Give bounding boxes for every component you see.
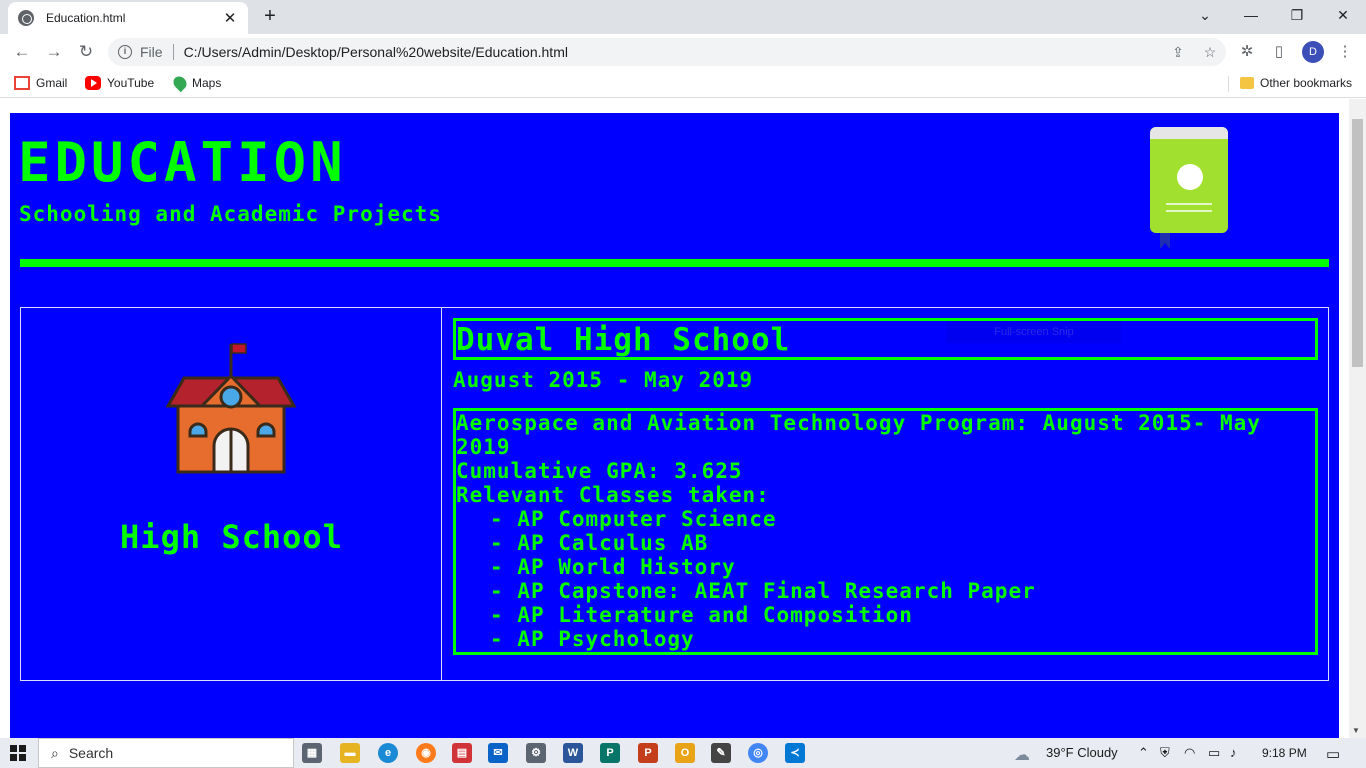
school-name-box: Duval High School: [453, 318, 1318, 360]
paint-icon[interactable]: ✎: [711, 743, 731, 763]
chevron-up-icon[interactable]: ⌃: [1138, 745, 1149, 761]
page-title: EDUCATION: [18, 131, 347, 194]
other-bookmarks-label: Other bookmarks: [1260, 76, 1353, 90]
bookmark-gmail[interactable]: Gmail: [14, 76, 67, 90]
education-page: EDUCATION Schooling and Academic Project…: [10, 113, 1339, 738]
mail-icon[interactable]: ✉: [488, 743, 508, 763]
page-subtitle: Schooling and Academic Projects: [19, 202, 442, 226]
scroll-down-arrow-icon[interactable]: ▼: [1352, 726, 1360, 735]
tab-title: Education.html: [46, 11, 126, 25]
weather-text[interactable]: 39°F Cloudy: [1046, 745, 1118, 760]
restore-button[interactable]: ❐: [1274, 0, 1320, 32]
file-explorer-icon[interactable]: ▬: [340, 743, 360, 763]
menu-kebab-icon[interactable]: ⋮: [1334, 41, 1356, 63]
clock-time[interactable]: 9:18 PM: [1262, 746, 1307, 760]
book-icon: [1150, 127, 1228, 249]
list-item: AP Calculus AB: [490, 531, 1315, 555]
profile-avatar[interactable]: D: [1302, 41, 1324, 63]
minimize-button[interactable]: —: [1228, 0, 1274, 32]
list-item: AP Capstone: AEAT Final Research Paper: [490, 579, 1315, 603]
search-icon: ⌕: [51, 744, 59, 761]
omnibox-separator: [172, 44, 174, 60]
task-view-icon[interactable]: ▦: [302, 743, 322, 763]
bookmarks-divider: [1228, 76, 1229, 92]
bookmark-label: Gmail: [36, 76, 68, 90]
bookmark-star-icon[interactable]: ☆: [1194, 44, 1226, 61]
school-name: Duval High School: [456, 322, 791, 358]
share-icon[interactable]: ⇪: [1162, 44, 1194, 61]
course-list: AP Computer Science AP Calculus AB AP Wo…: [456, 507, 1315, 651]
date-range: August 2015 - May 2019: [453, 368, 754, 392]
other-bookmarks[interactable]: Other bookmarks: [1240, 76, 1352, 90]
bookmark-maps[interactable]: Maps: [170, 73, 222, 93]
youtube-icon: [85, 76, 101, 90]
search-placeholder: Search: [68, 745, 114, 761]
tab-strip: Education.html ✕ + ⌄ — ❐ ✕: [0, 0, 1366, 34]
publisher-icon[interactable]: P: [600, 743, 620, 763]
page-viewport: EDUCATION Schooling and Academic Project…: [0, 99, 1366, 738]
maps-icon: [170, 73, 190, 93]
site-scheme-label: File: [140, 44, 163, 60]
close-window-button[interactable]: ✕: [1320, 0, 1366, 32]
list-item: AP Psychology: [490, 627, 1315, 651]
education-type-cell: High School: [21, 308, 442, 680]
cloud-icon: ☁: [1014, 747, 1030, 764]
education-table: High School Duval High School August 201…: [20, 307, 1329, 681]
globe-icon: [18, 10, 34, 26]
windows-start-icon[interactable]: [10, 745, 26, 761]
list-item: AP Literature and Composition: [490, 603, 1315, 627]
notifications-icon[interactable]: ▭: [1326, 745, 1340, 763]
forward-button[interactable]: →: [42, 40, 66, 64]
program-text: Aerospace and Aviation Technology Progra…: [456, 411, 1261, 459]
word-icon[interactable]: W: [563, 743, 583, 763]
reload-button[interactable]: ↻: [74, 40, 98, 64]
education-details-cell: Duval High School August 2015 - May 2019…: [443, 308, 1328, 680]
list-item: AP Computer Science: [490, 507, 1315, 531]
taskbar-search-input[interactable]: ⌕ Search: [38, 738, 294, 768]
windows-taskbar: ⌕ Search ▦ ▬ e ◉ ▤ ✉ ⚙ W P P O ✎ ◎ ≺ ☁ 3…: [0, 738, 1366, 768]
battery-icon[interactable]: ▭: [1208, 745, 1220, 761]
bookmark-label: Maps: [192, 76, 222, 90]
snip-overlay: Full-screen Snip: [947, 321, 1121, 343]
settings-gear-icon[interactable]: ⚙: [526, 743, 546, 763]
office-app-icon[interactable]: O: [675, 743, 695, 763]
url-text[interactable]: C:/Users/Admin/Desktop/Personal%20websit…: [184, 44, 1162, 60]
chrome-icon[interactable]: ◎: [748, 743, 768, 763]
wifi-icon[interactable]: ◠: [1184, 745, 1195, 761]
new-tab-button[interactable]: +: [256, 5, 284, 29]
extensions-puzzle-icon[interactable]: ✲: [1236, 41, 1258, 63]
store-icon[interactable]: ▤: [452, 743, 472, 763]
side-panel-icon[interactable]: ▯: [1268, 41, 1290, 63]
info-icon[interactable]: i: [118, 45, 132, 59]
school-building-icon: [166, 343, 296, 474]
vscode-icon[interactable]: ≺: [785, 743, 805, 763]
address-bar[interactable]: i File C:/Users/Admin/Desktop/Personal%2…: [108, 38, 1226, 66]
bookmark-label: YouTube: [107, 76, 155, 90]
folder-icon: [1240, 77, 1254, 89]
tab-search-chevron-icon[interactable]: ⌄: [1182, 0, 1228, 32]
back-button[interactable]: ←: [10, 40, 34, 64]
edge-icon[interactable]: e: [378, 743, 398, 763]
browser-toolbar: ← → ↻ i File C:/Users/Admin/Desktop/Pers…: [0, 34, 1366, 70]
gmail-icon: [14, 76, 30, 90]
tab-education[interactable]: Education.html ✕: [8, 2, 248, 34]
page-scrollbar[interactable]: ▼: [1349, 99, 1366, 738]
shield-icon[interactable]: ⛨: [1160, 745, 1170, 761]
bookmark-youtube[interactable]: YouTube: [85, 76, 154, 90]
classes-heading: Relevant Classes taken:: [456, 483, 770, 507]
education-level-label: High School: [120, 518, 343, 556]
bookmarks-bar: Gmail YouTube Maps Other bookmarks: [0, 70, 1366, 98]
scrollbar-thumb[interactable]: [1352, 119, 1363, 367]
volume-icon[interactable]: ♪: [1230, 745, 1237, 760]
header-divider: [20, 259, 1329, 267]
details-box: Aerospace and Aviation Technology Progra…: [453, 408, 1318, 655]
close-tab-icon[interactable]: ✕: [222, 9, 238, 27]
powerpoint-icon[interactable]: P: [638, 743, 658, 763]
list-item: AP World History: [490, 555, 1315, 579]
gpa-text: Cumulative GPA: 3.625: [456, 459, 743, 483]
firefox-icon[interactable]: ◉: [416, 743, 436, 763]
